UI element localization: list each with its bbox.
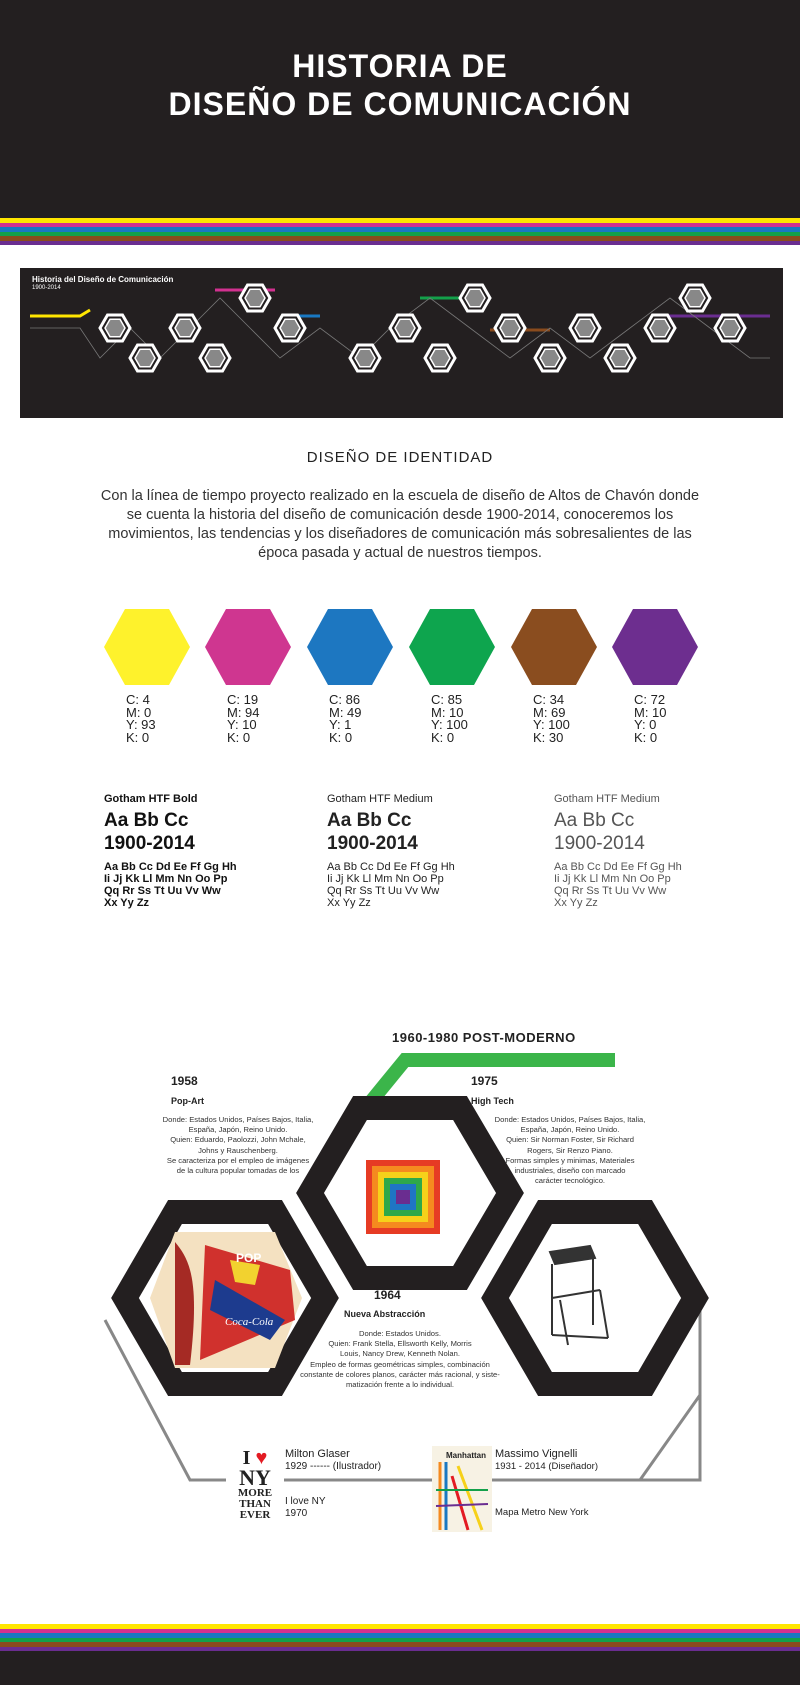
- swatch-hex: [104, 609, 190, 685]
- detail-graphic: POP Coca-Cola: [103, 1053, 709, 1482]
- cmyk-k: K: 0: [329, 729, 353, 745]
- timeline-hex-image: [464, 288, 486, 308]
- font-specimen: Gotham HTF Bold Aa Bb Cc 1900-2014 Aa Bb Cc…: [104, 793, 304, 909]
- timeline-hex-image: [574, 318, 596, 338]
- swatch-cmyk-values: C: 85 M: 10 Y: 100 K: 0: [431, 693, 468, 745]
- stripe: [0, 240, 800, 245]
- abstraction-year: 1964: [374, 1288, 401, 1302]
- footer-bar: [0, 1651, 800, 1685]
- font-sample: Aa Bb Cc: [327, 810, 412, 831]
- font-years: 1900-2014: [104, 833, 195, 854]
- cmyk-k: K: 0: [227, 729, 251, 745]
- timeline-hex-image: [104, 318, 126, 338]
- hex-hightech: [481, 1200, 709, 1396]
- cmyk-k: K: 0: [126, 729, 150, 745]
- page-title-line2: DISEÑO DE COMUNICACIÓN: [168, 86, 632, 122]
- popart-movement: Pop-Art: [171, 1096, 204, 1106]
- hightech-movement: High Tech: [471, 1096, 514, 1106]
- timeline-hex-image: [204, 348, 226, 368]
- swatch-hex: [511, 609, 597, 685]
- swatch-cmyk-values: C: 19 M: 94 Y: 10 K: 0: [227, 693, 260, 745]
- font-alphabet-line: Qq Rr Ss Tt Uu Vv Ww: [327, 885, 440, 897]
- font-alphabet-line: Ii Jj Kk Ll Mm Nn Oo Pp: [104, 873, 228, 885]
- map-label: Manhattan: [446, 1451, 486, 1460]
- hightech-year: 1975: [471, 1074, 498, 1088]
- timeline-hex-image: [539, 348, 561, 368]
- timeline-graphic: [30, 283, 770, 373]
- era-title: 1960-1980 POST-MODERNO: [392, 1030, 576, 1045]
- swatch-cmyk-values: C: 4 M: 0 Y: 93 K: 0: [126, 693, 156, 745]
- font-sample: Aa Bb Cc: [104, 810, 189, 831]
- timeline-hex-image: [174, 318, 196, 338]
- glaser-year: 1970: [285, 1508, 308, 1519]
- connector-line-diag: [638, 1394, 702, 1481]
- identity-intro-paragraph: Con la línea de tiempo proyecto realizad…: [100, 488, 700, 561]
- popart-coke-image: POP Coca-Cola: [150, 1232, 302, 1368]
- glaser-dates: 1929 ------ (Ilustrador): [285, 1461, 382, 1472]
- cmyk-k: K: 0: [634, 729, 658, 745]
- cmyk-k: K: 0: [431, 729, 455, 745]
- font-alphabet-line: Aa Bb Cc Dd Ee Ff Gg Hh: [554, 861, 682, 873]
- font-alphabet-line: Xx Yy Zz: [327, 897, 371, 909]
- timeline-hex-image: [684, 288, 706, 308]
- timeline-hex-image: [499, 318, 521, 338]
- coke-text: Coca-Cola: [225, 1316, 274, 1328]
- font-alphabet-line: Xx Yy Zz: [554, 897, 598, 909]
- swatch-cmyk-values: C: 34 M: 69 Y: 100 K: 30: [533, 693, 570, 745]
- color-stripes-bottom: [0, 1624, 800, 1651]
- font-years: 1900-2014: [554, 833, 645, 854]
- pop-text: POP: [236, 1251, 261, 1265]
- color-stripes-top: [0, 218, 800, 245]
- font-alphabet-line: Xx Yy Zz: [104, 897, 150, 909]
- timeline-hex-image: [394, 318, 416, 338]
- swatch-hex: [409, 609, 495, 685]
- timeline-hex-image: [719, 318, 741, 338]
- font-alphabet-line: Aa Bb Cc Dd Ee Ff Gg Hh: [327, 861, 455, 873]
- font-alphabet-line: Ii Jj Kk Ll Mm Nn Oo Pp: [554, 873, 671, 885]
- logo-ever: EVER: [239, 1509, 271, 1521]
- font-years: 1900-2014: [327, 833, 418, 854]
- timeline-hex-image: [134, 348, 156, 368]
- hightech-description: Donde: Estados Unidos, Países Bajos, Ita…: [494, 1115, 646, 1186]
- font-specimen: Gotham HTF Medium Aa Bb Cc 1900-2014 Aa Bb …: [554, 793, 754, 909]
- font-specimen: Gotham HTF Medium Aa Bb Cc 1900-2014 Aa Bb …: [327, 793, 527, 909]
- timeline-hex-image: [649, 318, 671, 338]
- swatch-hex: [612, 609, 698, 685]
- glaser-work: I love NY: [285, 1496, 326, 1507]
- font-sample: Aa Bb Cc: [554, 810, 635, 831]
- swatch-hex: [205, 609, 291, 685]
- font-alphabet-line: Ii Jj Kk Ll Mm Nn Oo Pp: [327, 873, 444, 885]
- timeline-hex-image: [244, 288, 266, 308]
- abstraction-description: Donde: Estados Unidos. Quien: Frank Stel…: [300, 1329, 500, 1390]
- font-name: Gotham HTF Medium: [554, 793, 660, 805]
- swatch-hex: [307, 609, 393, 685]
- swatch-cmyk-values: C: 72 M: 10 Y: 0 K: 0: [634, 693, 667, 745]
- nyc-subway-map-image: Manhattan: [432, 1446, 492, 1532]
- logo-ny: NY: [239, 1465, 271, 1490]
- timeline-hex-image: [609, 348, 631, 368]
- font-name: Gotham HTF Medium: [327, 793, 433, 805]
- font-alphabet-line: Qq Rr Ss Tt Uu Vv Ww: [554, 885, 667, 897]
- font-alphabet-line: Qq Rr Ss Tt Uu Vv Ww: [104, 885, 221, 897]
- font-alphabet-line: Aa Bb Cc Dd Ee Ff Gg Hh: [104, 861, 237, 873]
- abstraction-movement: Nueva Abstracción: [344, 1309, 426, 1319]
- swatch-cmyk-values: C: 86 M: 49 Y: 1 K: 0: [329, 693, 362, 745]
- timeline-hex-image: [279, 318, 301, 338]
- glaser-name: Milton Glaser: [285, 1448, 350, 1460]
- vignelli-dates: 1931 - 2014 (Diseñador): [495, 1461, 598, 1472]
- popart-year: 1958: [171, 1074, 198, 1088]
- section-title-identity: DISEÑO DE IDENTIDAD: [306, 449, 494, 466]
- timeline-hex-image: [429, 348, 451, 368]
- timeline-thumbnail: Historia del Diseño de Comunicación 1900…: [20, 268, 783, 418]
- vignelli-work: Mapa Metro New York: [495, 1507, 589, 1518]
- i-love-ny-logo: I ♥ NY MORE THAN EVER: [226, 1448, 284, 1528]
- vignelli-name: Massimo Vignelli: [495, 1448, 578, 1460]
- popart-description: Donde: Estados Unidos, Países Bajos, Ita…: [162, 1115, 314, 1176]
- timeline-hex-image: [354, 348, 376, 368]
- stella-squares-image: [366, 1160, 440, 1234]
- font-name: Gotham HTF Bold: [104, 793, 198, 805]
- page-title-line1: HISTORIA DE: [292, 48, 508, 84]
- cmyk-k: K: 30: [533, 729, 564, 745]
